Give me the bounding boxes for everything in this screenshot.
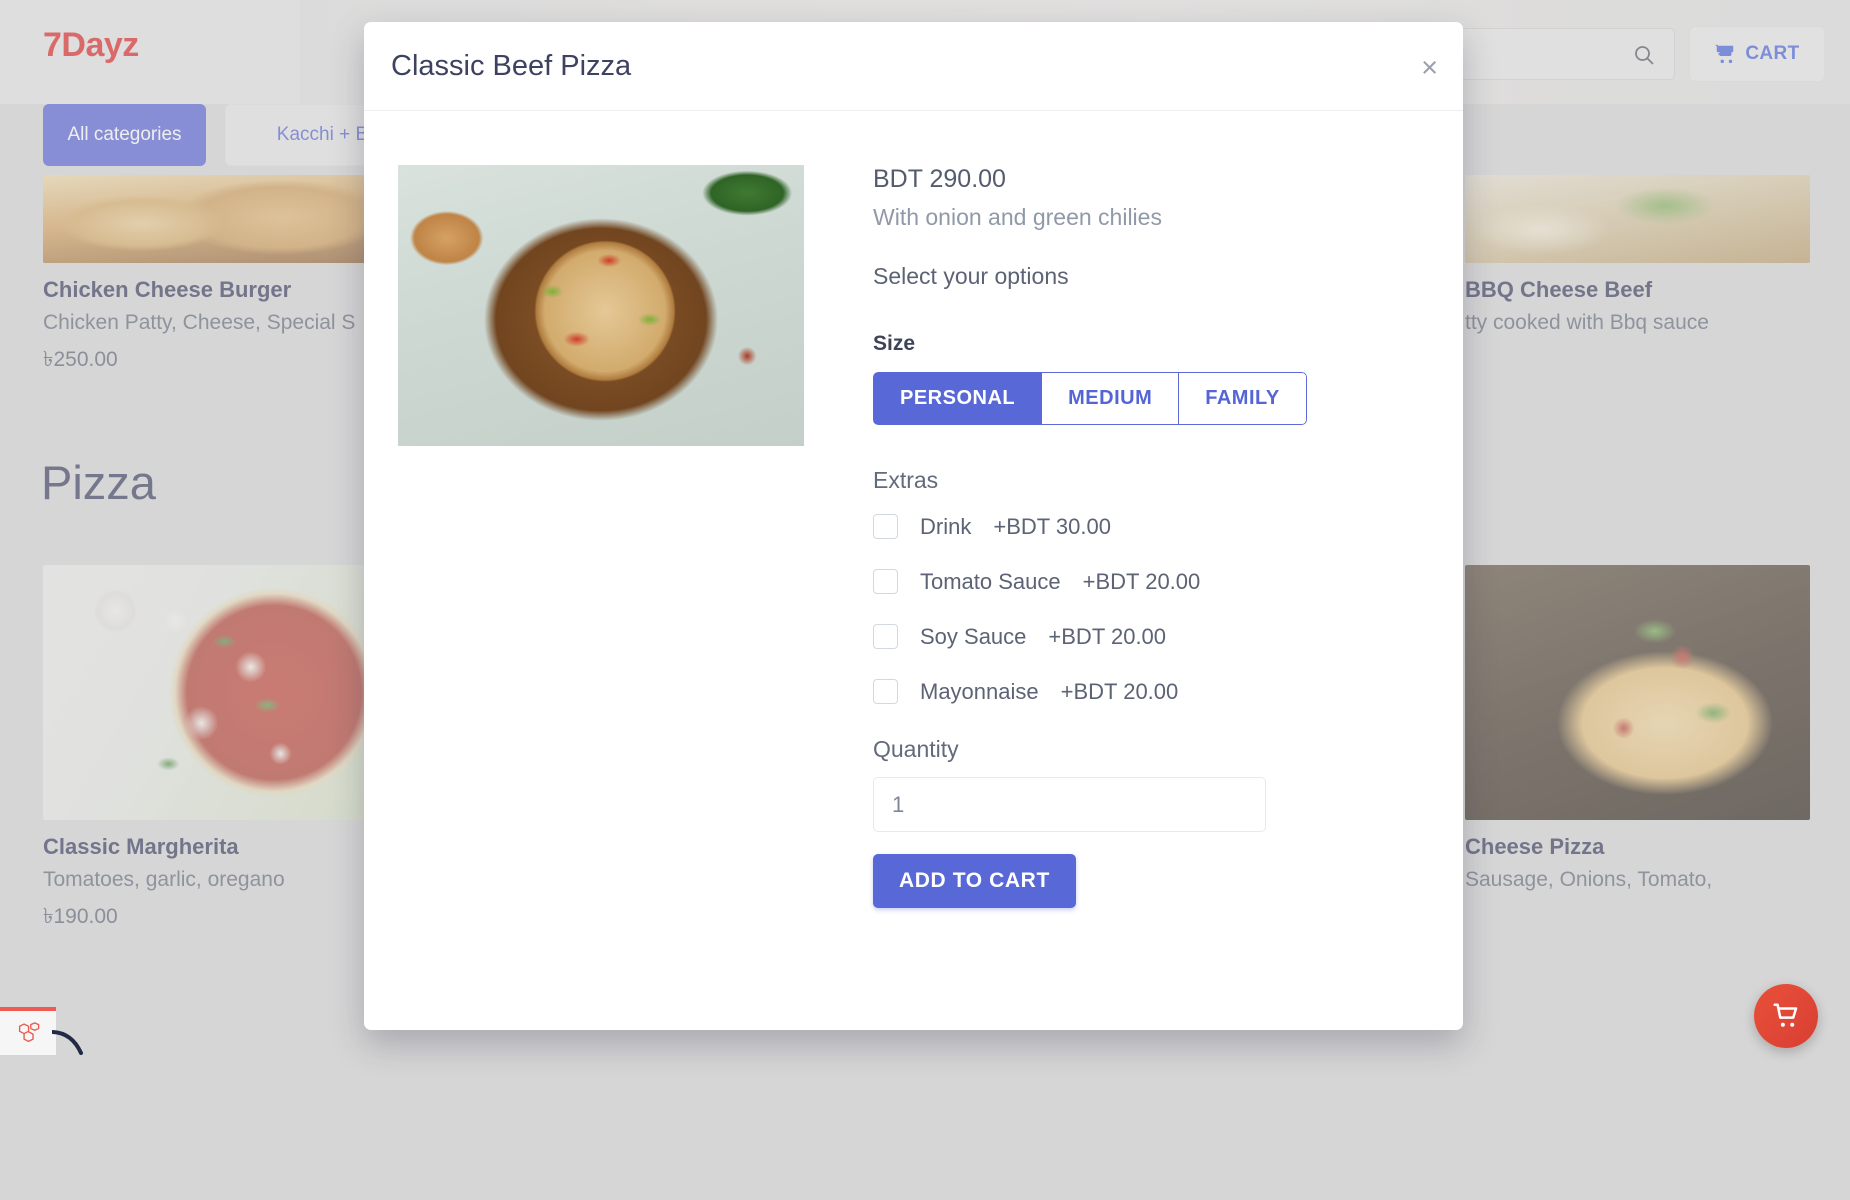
checkbox-tomato-sauce[interactable] (873, 569, 898, 594)
laravel-debugbar-toggle[interactable] (0, 1007, 56, 1055)
extra-price: +BDT 20.00 (1083, 569, 1201, 595)
extra-label: Soy Sauce (920, 624, 1026, 650)
checkbox-drink[interactable] (873, 514, 898, 539)
select-options-label: Select your options (873, 263, 1429, 290)
app-root: 7Dayz CART All categories (0, 0, 1850, 1200)
product-hero-image (398, 165, 804, 446)
add-to-cart-button[interactable]: ADD TO CART (873, 854, 1076, 908)
extras-group-label: Extras (873, 467, 1429, 494)
extra-label: Drink (920, 514, 971, 540)
quantity-label: Quantity (873, 736, 1429, 763)
extra-price: +BDT 20.00 (1048, 624, 1166, 650)
size-group-label: Size (873, 332, 1429, 356)
product-description: With onion and green chilies (873, 204, 1429, 231)
size-option-personal[interactable]: PERSONAL (873, 372, 1042, 425)
extra-row-tomato-sauce[interactable]: Tomato Sauce +BDT 20.00 (873, 565, 1429, 598)
extra-price: +BDT 30.00 (993, 514, 1111, 540)
quantity-input[interactable] (873, 777, 1266, 832)
modal-options-column: BDT 290.00 With onion and green chilies … (803, 165, 1429, 908)
mouse-cursor-trail (52, 1029, 86, 1055)
size-option-group: PERSONAL MEDIUM FAMILY (873, 372, 1307, 425)
extra-row-mayonnaise[interactable]: Mayonnaise +BDT 20.00 (873, 675, 1429, 708)
shopping-cart-icon (1771, 1001, 1801, 1031)
floating-cart-button[interactable] (1754, 984, 1818, 1048)
extra-row-drink[interactable]: Drink +BDT 30.00 (873, 510, 1429, 543)
modal-title: Classic Beef Pizza (391, 50, 631, 83)
size-option-medium[interactable]: MEDIUM (1041, 372, 1179, 425)
modal-body: BDT 290.00 With onion and green chilies … (364, 111, 1463, 908)
modal-image-column (398, 165, 803, 908)
product-detail-modal: Classic Beef Pizza × BDT 290.00 With oni… (364, 22, 1463, 1030)
checkbox-mayonnaise[interactable] (873, 679, 898, 704)
close-icon[interactable]: × (1421, 54, 1438, 83)
extras-option-list: Drink +BDT 30.00 Tomato Sauce +BDT 20.00… (873, 510, 1429, 708)
size-option-family[interactable]: FAMILY (1178, 372, 1307, 425)
modal-header: Classic Beef Pizza × (364, 22, 1463, 111)
extra-label: Mayonnaise (920, 679, 1039, 705)
product-price: BDT 290.00 (873, 165, 1429, 194)
laravel-icon (14, 1019, 42, 1047)
extra-price: +BDT 20.00 (1061, 679, 1179, 705)
extra-row-soy-sauce[interactable]: Soy Sauce +BDT 20.00 (873, 620, 1429, 653)
extra-label: Tomato Sauce (920, 569, 1061, 595)
checkbox-soy-sauce[interactable] (873, 624, 898, 649)
